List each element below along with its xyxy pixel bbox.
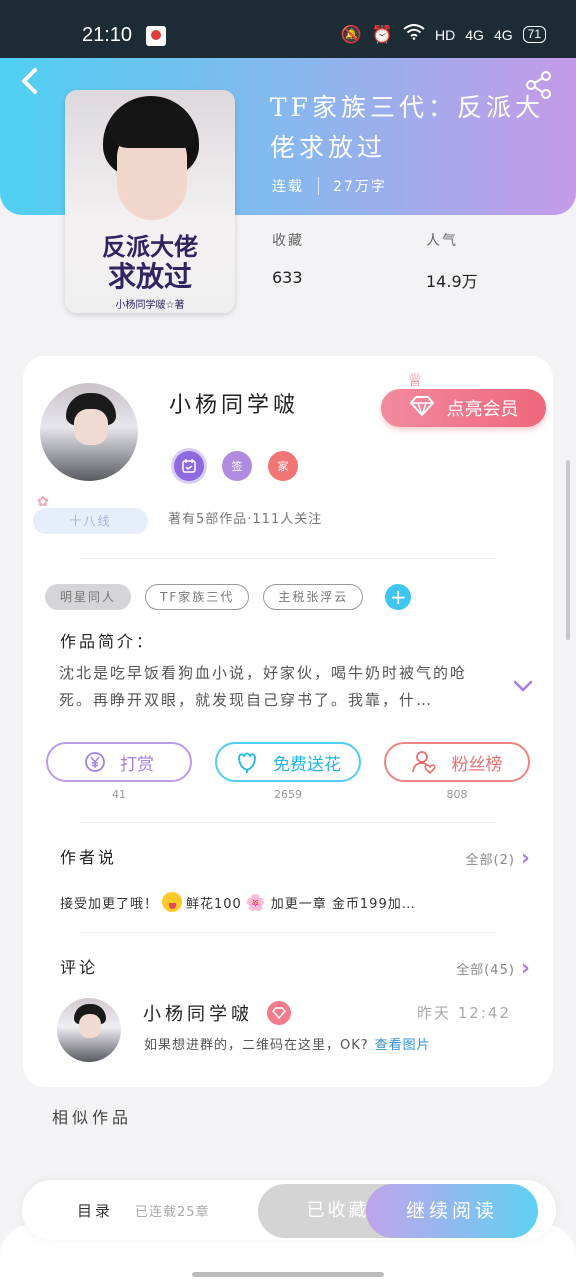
author-avatar[interactable] xyxy=(40,383,138,481)
author-name[interactable]: 小杨同学啵 xyxy=(169,387,299,419)
author-say-part2: 鲜花100 xyxy=(186,896,242,912)
alarm-icon: ⏰ xyxy=(371,24,394,44)
stat-popularity: 人气 14.9万 xyxy=(426,230,478,292)
divider xyxy=(81,822,495,823)
cover-title-line2: 求放过 xyxy=(107,260,192,293)
yen-coin-icon xyxy=(85,752,105,772)
comments-title: 评论 xyxy=(60,958,99,977)
back-button[interactable] xyxy=(18,66,48,100)
tag-item[interactable]: 主税张浮云 xyxy=(263,584,364,610)
status-time: 21:10 xyxy=(82,24,133,46)
comment-body: 如果想进群的，二维码在这里，OK? xyxy=(144,1038,369,1053)
chapter-count: 已连载25章 xyxy=(135,1205,210,1220)
similar-works-title: 相似作品 xyxy=(52,1108,133,1127)
fan-level-tag[interactable]: 十八线 xyxy=(33,508,148,534)
bottom-action-bar: 目录 已连载25章 已收藏 继续阅读 xyxy=(22,1180,556,1240)
fan-ranking-label: 粉丝榜 xyxy=(451,754,503,775)
stat-value: 633 xyxy=(272,268,303,287)
comment-avatar[interactable] xyxy=(57,998,121,1062)
flower-icon xyxy=(238,752,256,773)
cover-title-line1: 反派大佬 xyxy=(102,232,198,261)
signal-2: 4G xyxy=(493,26,513,43)
tag-item[interactable]: 明星同人 xyxy=(45,584,132,610)
divider xyxy=(81,932,495,933)
book-status: 连载 xyxy=(272,179,304,195)
book-detail-card: 小杨同学啵 ♕ 点亮会员 签 家 ✿ 十八线 著有5部作品·111人关注 明星同… xyxy=(23,356,553,1087)
continue-reading-button[interactable]: 继续阅读 xyxy=(366,1184,538,1238)
divider xyxy=(81,558,495,559)
author-say-part1: 接受加更了哦！ xyxy=(60,896,159,912)
mute-bell-icon: 🔕 xyxy=(340,24,362,44)
wifi-icon xyxy=(403,24,425,45)
battery-indicator: 71 xyxy=(522,26,546,43)
chevron-down-icon[interactable] xyxy=(513,678,533,698)
send-flower-label: 免费送花 xyxy=(273,754,341,775)
app-notification-icon xyxy=(146,26,166,46)
tag-list: 明星同人 TF家族三代 主税张浮云 + xyxy=(45,584,412,610)
fan-count: 808 xyxy=(446,788,468,801)
calendar-badge-icon[interactable] xyxy=(174,451,204,481)
intro-title: 作品简介： xyxy=(60,632,156,651)
author-say-text[interactable]: 接受加更了哦！ 鲜花100 🌸 加更一章 金币199加… xyxy=(60,892,416,912)
catalog-button[interactable]: 目录 xyxy=(77,1200,113,1221)
see-all-label: 全部(2) xyxy=(465,853,515,868)
tongue-emoji-icon xyxy=(162,892,183,912)
status-indicators: 🔕 ⏰ HD 4G 4G 71 xyxy=(341,24,546,45)
stat-value: 14.9万 xyxy=(426,272,478,291)
cover-title: 反派大佬 求放过 xyxy=(65,232,235,292)
comment-text[interactable]: 如果想进群的，二维码在这里，OK? 查看图片 xyxy=(144,1034,431,1053)
status-bar: 21:10 🔕 ⏰ HD 4G 4G 71 xyxy=(0,0,576,64)
author-say-part3: 加更一章 金币199加… xyxy=(270,896,416,912)
book-meta: 连载 27万字 xyxy=(272,176,387,196)
reward-count: 41 xyxy=(112,788,126,801)
stat-label: 人气 xyxy=(426,233,458,249)
stat-collect: 收藏 633 xyxy=(272,230,304,287)
reward-label: 打赏 xyxy=(120,754,154,775)
book-cover[interactable]: 反派大佬 求放过 小杨同学啵☆著 xyxy=(65,90,235,313)
tag-item[interactable]: TF家族三代 xyxy=(145,584,250,610)
reward-button[interactable]: 打赏 xyxy=(46,742,192,782)
home-indicator[interactable] xyxy=(192,1272,384,1277)
book-title: TF家族三代：反派大佬求放过 xyxy=(270,93,545,162)
signed-badge[interactable]: 签 xyxy=(222,451,252,481)
signal-1: 4G xyxy=(465,26,484,43)
meta-divider xyxy=(318,177,319,195)
view-image-link[interactable]: 查看图片 xyxy=(375,1038,431,1053)
chevron-right-icon: › xyxy=(520,846,531,871)
word-count: 27万字 xyxy=(333,179,387,195)
diamond-icon xyxy=(409,395,435,421)
chevron-right-icon: › xyxy=(520,956,531,981)
network-type: HD xyxy=(435,26,456,43)
vip-diamond-icon xyxy=(267,1001,291,1025)
blossom-icon: 🌸 xyxy=(245,892,267,912)
comment-time: 昨天 12:42 xyxy=(417,1004,511,1022)
crown-icon: ♕ xyxy=(407,370,424,391)
see-all-label: 全部(45) xyxy=(456,963,515,978)
vip-button[interactable]: 点亮会员 xyxy=(381,389,546,427)
author-say-see-all[interactable]: 全部(2) › xyxy=(466,846,532,871)
intro-text: 沈北是吃早饭看狗血小说，好家伙，喝牛奶时被气的呛死。再睁开双眼，就发现自己穿书了… xyxy=(59,664,468,709)
back-arrow-icon xyxy=(22,68,37,94)
scrollbar[interactable] xyxy=(566,460,570,640)
cover-author: 小杨同学啵☆著 xyxy=(115,300,185,311)
cover-art-hair xyxy=(109,104,193,148)
fans-heart-icon xyxy=(411,751,436,774)
fan-ranking-button[interactable]: 粉丝榜 xyxy=(384,742,530,782)
vip-button-label: 点亮会员 xyxy=(446,399,519,420)
author-say-title: 作者说 xyxy=(60,848,118,867)
flower-count: 2659 xyxy=(274,788,302,801)
author-info: 著有5部作品·111人关注 xyxy=(168,512,323,527)
send-flower-button[interactable]: 免费送花 xyxy=(215,742,361,782)
comment-author-name[interactable]: 小杨同学啵 xyxy=(143,1000,253,1026)
stat-label: 收藏 xyxy=(272,233,304,249)
comments-see-all[interactable]: 全部(45) › xyxy=(456,956,531,981)
family-badge[interactable]: 家 xyxy=(268,451,298,481)
add-tag-button[interactable]: + xyxy=(385,584,412,610)
